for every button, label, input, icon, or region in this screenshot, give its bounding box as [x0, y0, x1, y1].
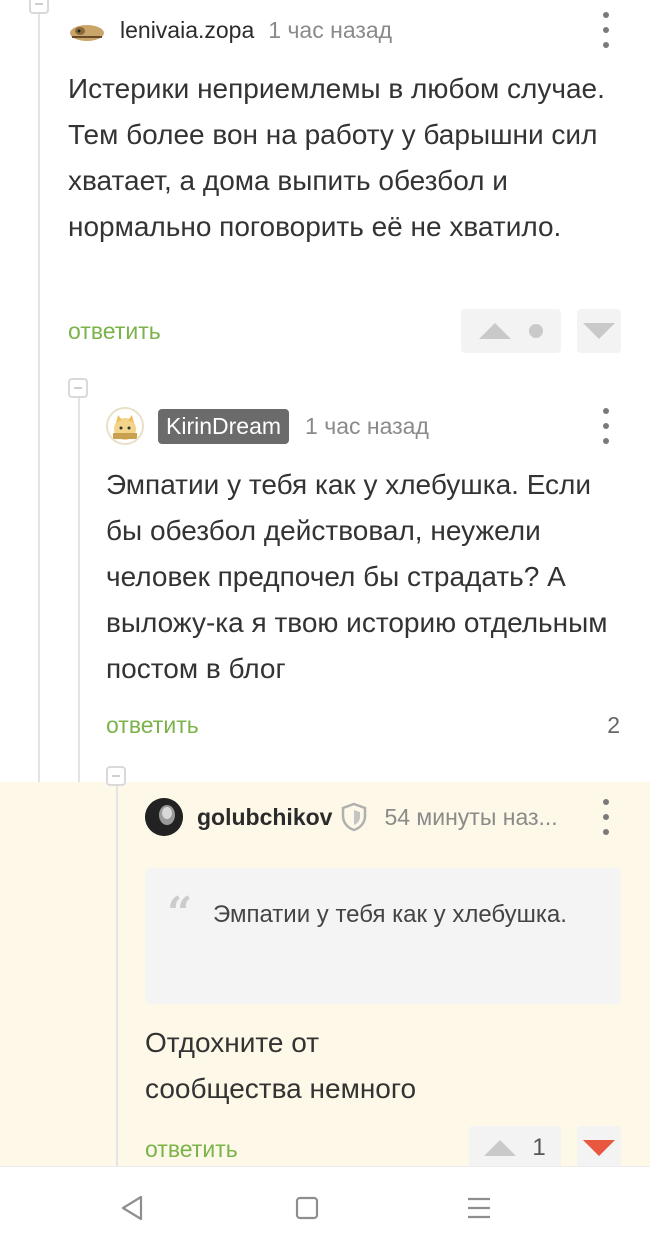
- more-options-icon[interactable]: [602, 799, 610, 835]
- arrow-down-active-icon: [583, 1140, 615, 1156]
- home-square-icon: [295, 1196, 319, 1220]
- more-options-icon[interactable]: [602, 12, 610, 48]
- arrow-down-icon: [583, 323, 615, 339]
- reply-button[interactable]: ответить: [145, 1136, 238, 1163]
- nav-back-button[interactable]: [115, 1191, 149, 1225]
- comment-text: Эмпатии у тебя как у хлебушка. Если бы о…: [106, 469, 608, 684]
- comment-time: 1 час назад: [268, 16, 393, 43]
- upvote-button[interactable]: 1: [469, 1126, 561, 1170]
- vote-controls: 1: [469, 1126, 621, 1170]
- arrow-up-icon: [484, 1140, 517, 1156]
- avatar[interactable]: [145, 798, 183, 836]
- vote-controls: [461, 309, 621, 353]
- collapse-button-root[interactable]: [29, 0, 49, 14]
- avatar[interactable]: [106, 407, 144, 445]
- author-name[interactable]: lenivaia.zopa: [120, 17, 254, 44]
- quote-text: Эмпатии у тебя как у хлебушка.: [213, 901, 567, 928]
- rating-count: 1: [532, 1134, 546, 1161]
- upvote-button[interactable]: [461, 309, 561, 353]
- arrow-up-icon: [479, 323, 511, 339]
- system-navigation-bar: [0, 1166, 650, 1249]
- downvote-button[interactable]: [577, 309, 621, 353]
- sloth-avatar-icon: [70, 25, 104, 41]
- back-triangle-icon: [121, 1195, 143, 1221]
- thread-line-level-3: [116, 784, 118, 1166]
- quote-icon: “: [167, 888, 193, 939]
- downvote-button[interactable]: [577, 1126, 621, 1170]
- collapse-button-level-2[interactable]: [68, 378, 88, 398]
- comment-text: Отдохните от сообщества немного: [145, 1027, 417, 1104]
- nav-menu-button[interactable]: [462, 1191, 496, 1225]
- neutral-rating-dot-icon: [529, 324, 543, 338]
- author-name[interactable]: KirinDream: [158, 408, 290, 444]
- comment-text: Истерики неприемлемы в любом случае. Тем…: [68, 73, 605, 242]
- reply-button[interactable]: ответить: [106, 712, 199, 739]
- shield-icon: [342, 802, 367, 832]
- author-name[interactable]: golubchikov: [197, 804, 332, 831]
- replies-count[interactable]: 2: [607, 712, 620, 739]
- collapse-button-level-3[interactable]: [106, 766, 126, 786]
- reply-button[interactable]: ответить: [68, 318, 161, 345]
- menu-lines-icon: [468, 1197, 490, 1219]
- quote-block: “ Эмпатии у тебя как у хлебушка.: [145, 868, 621, 1004]
- comment-time: 54 минуты наз...: [384, 803, 558, 830]
- user-photo-avatar-icon: [145, 798, 183, 836]
- nav-home-button[interactable]: [290, 1191, 324, 1225]
- comment-time: 1 час назад: [305, 412, 429, 439]
- cat-avatar-icon: [113, 415, 137, 440]
- more-options-icon[interactable]: [602, 408, 610, 444]
- avatar[interactable]: [68, 11, 106, 49]
